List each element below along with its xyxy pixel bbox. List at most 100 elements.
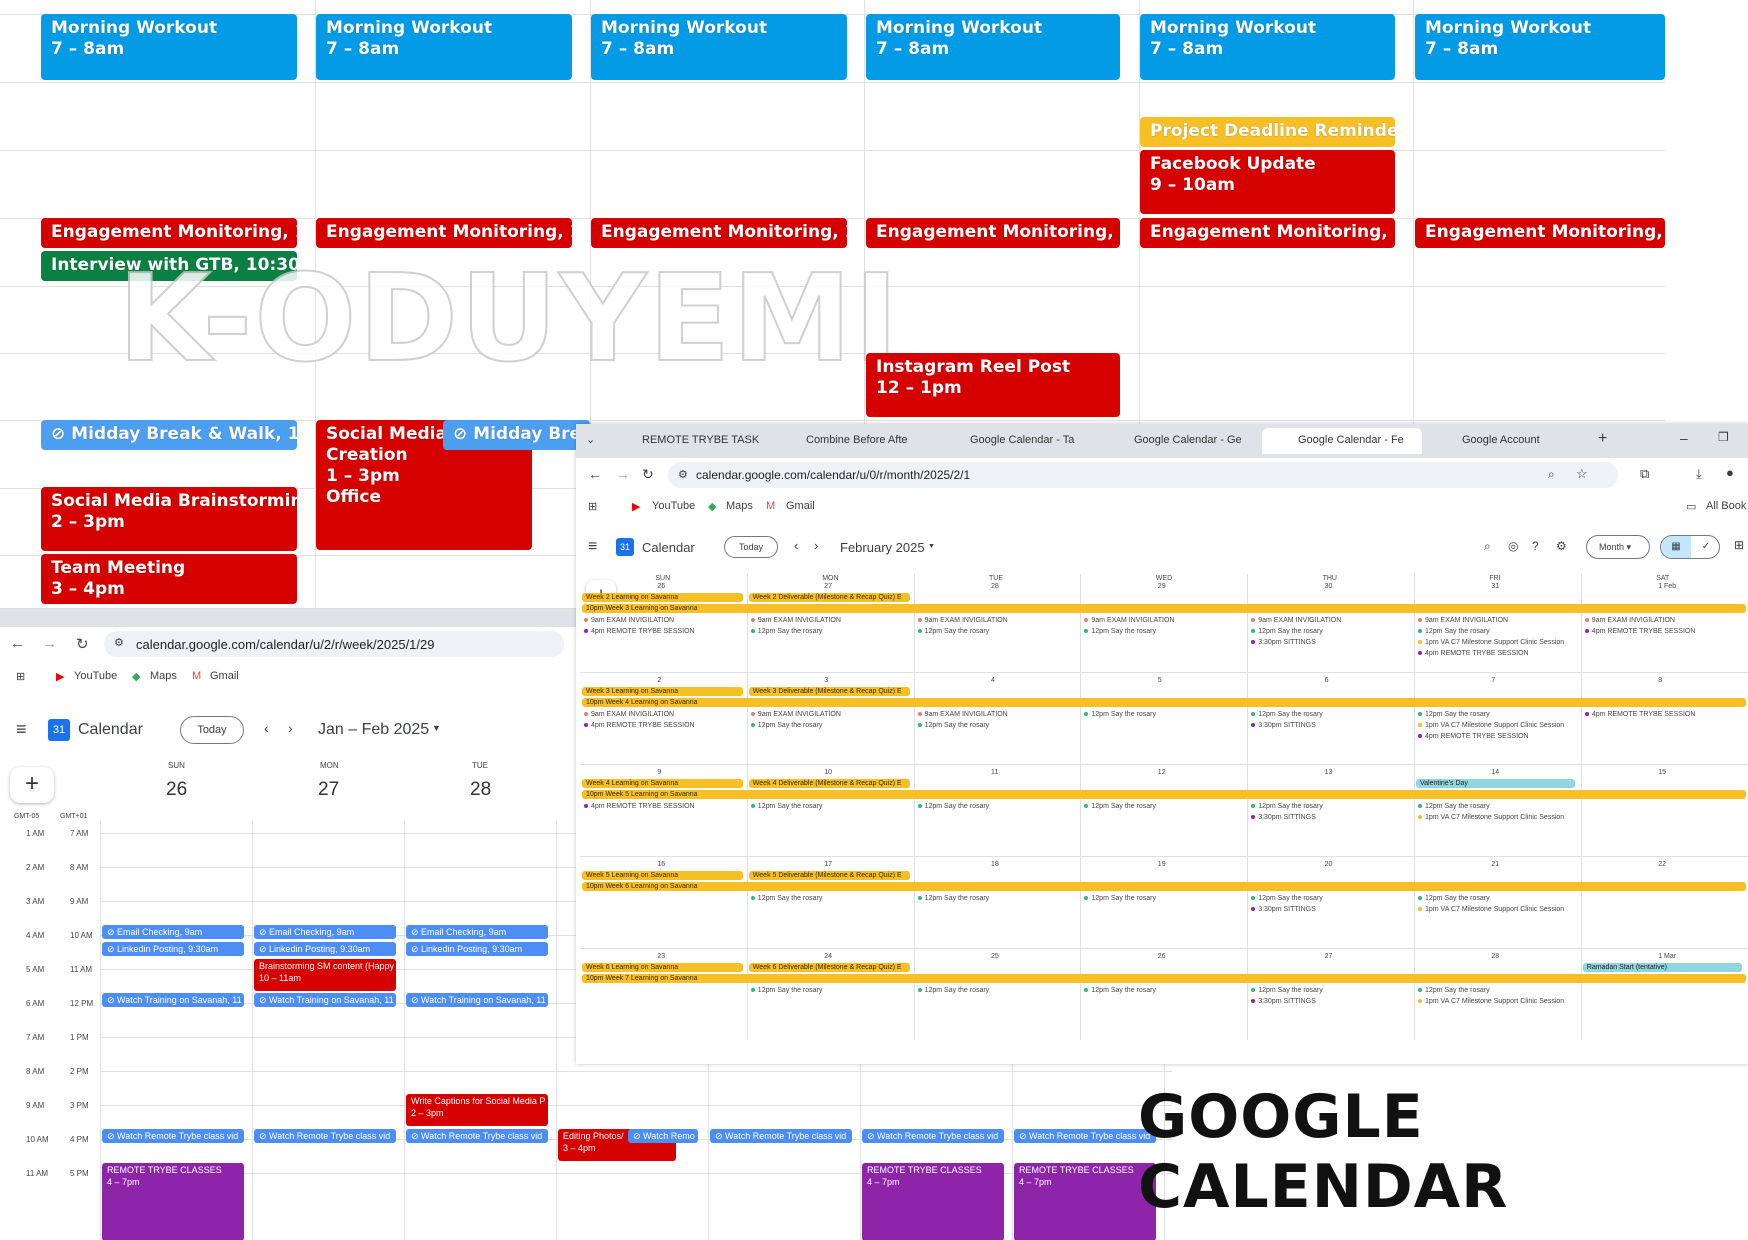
event-brainstorming-sm[interactable]: Brainstorming SM content (Happy 10 – 11am xyxy=(254,959,396,991)
month-event[interactable]: 12pm Say the rosary xyxy=(750,986,822,996)
bookmark-youtube[interactable]: YouTube xyxy=(652,500,695,512)
calendar-view-icon[interactable]: ▦ xyxy=(1661,536,1691,558)
month-event[interactable]: 12pm Say the rosary xyxy=(750,627,822,637)
month-event[interactable]: 12pm Say the rosary xyxy=(917,986,989,996)
prev-icon[interactable]: ‹ xyxy=(794,538,798,553)
date-number[interactable]: 21 xyxy=(1491,860,1499,870)
month-event[interactable]: 4pm REMOTE TRYBE SESSION xyxy=(584,721,695,731)
site-settings-icon[interactable]: ⚙ xyxy=(114,636,124,649)
apps-grid-icon[interactable]: ⊞ xyxy=(588,500,597,513)
bookmark-gmail[interactable]: Gmail xyxy=(786,500,815,512)
reload-icon[interactable]: ↻ xyxy=(76,635,89,653)
date-number[interactable]: 28 xyxy=(1491,952,1499,962)
date-number[interactable]: 22 xyxy=(1658,860,1666,870)
date-number[interactable]: 1 Feb xyxy=(1658,582,1676,592)
profile-icon[interactable]: ● xyxy=(1726,465,1734,480)
bookmark-maps[interactable]: Maps xyxy=(150,670,177,682)
month-event[interactable]: 12pm Say the rosary xyxy=(1418,627,1490,637)
event-remote-trybe-classes[interactable]: REMOTE TRYBE CLASSES 4 – 7pm xyxy=(102,1163,244,1240)
month-event[interactable]: 12pm Say the rosary xyxy=(1418,710,1490,720)
month-event[interactable]: 12pm Say the rosary xyxy=(917,721,989,731)
month-event[interactable]: 9am EXAM INVIGILATION xyxy=(917,616,1008,626)
date-number[interactable]: 17 xyxy=(824,860,832,870)
next-icon[interactable]: › xyxy=(288,720,293,736)
month-event[interactable]: 12pm Say the rosary xyxy=(1251,710,1323,720)
date-number[interactable]: 26 xyxy=(657,582,665,592)
download-icon[interactable]: ⤓ xyxy=(1696,466,1702,482)
month-event[interactable]: 12pm Say the rosary xyxy=(1084,986,1156,996)
all-bookmarks[interactable]: All Book xyxy=(1706,500,1746,512)
date-number[interactable]: 19 xyxy=(1158,860,1166,870)
event-morning-workout[interactable]: Morning Workout 7 – 8am xyxy=(41,14,297,80)
next-icon[interactable]: › xyxy=(814,538,818,553)
month-event[interactable]: 12pm Say the rosary xyxy=(1418,802,1490,812)
allday-event-learning[interactable]: Week 2 Learning on Savanna xyxy=(582,593,743,602)
date-number[interactable]: 27 xyxy=(824,582,832,592)
date-number[interactable]: 11 xyxy=(991,768,998,778)
prev-icon[interactable]: ‹ xyxy=(264,720,269,736)
url-field[interactable]: ⚙ calendar.google.com/calendar/u/2/r/wee… xyxy=(104,631,564,657)
back-icon[interactable]: ← xyxy=(588,466,602,482)
help-icon[interactable]: ? xyxy=(1532,539,1539,553)
event-linkedin-posting[interactable]: ⊘ Linkedin Posting, 9:30am xyxy=(406,942,548,956)
star-icon[interactable]: ☆ xyxy=(1576,466,1588,482)
allday-event-deliverable[interactable]: Week 3 Deliverable (Milestone & Recap Qu… xyxy=(748,687,910,696)
date-number[interactable]: 29 xyxy=(1158,582,1166,592)
month-event[interactable]: 12pm Say the rosary xyxy=(1418,894,1490,904)
menu-icon[interactable]: ≡ xyxy=(16,719,27,740)
date-number[interactable]: 13 xyxy=(1325,768,1333,778)
date-number[interactable]: 25 xyxy=(991,952,999,962)
allday-event-learning[interactable]: Week 5 Learning on Savanna xyxy=(582,871,743,880)
month-event[interactable]: 4pm REMOTE TRYBE SESSION xyxy=(584,627,695,637)
event-linkedin-posting[interactable]: ⊘ Linkedin Posting, 9:30am xyxy=(254,942,396,956)
month-event[interactable]: 1pm VA C7 Milestone Support Clinic Sessi… xyxy=(1418,721,1564,731)
event-watch-remote-trybe[interactable]: ⊘ Watch Remote Trybe class vid xyxy=(862,1129,1004,1143)
event-morning-workout[interactable]: Morning Workout 7 – 8am xyxy=(1415,14,1665,80)
bookmark-maps[interactable]: Maps xyxy=(726,500,753,512)
event-linkedin-posting[interactable]: ⊘ Linkedin Posting, 9:30am xyxy=(102,942,244,956)
month-event[interactable]: 9am EXAM INVIGILATION xyxy=(1584,616,1675,626)
event-engagement-monitoring[interactable]: Engagement Monitoring, 10am xyxy=(316,218,572,248)
allday-event-learning[interactable]: Week 6 Learning on Savanna xyxy=(582,963,743,972)
view-toggle[interactable]: ▦ ✓ xyxy=(1660,535,1720,559)
browser-tab[interactable]: Combine Before Afte xyxy=(770,428,930,454)
event-watch-training[interactable]: ⊘ Watch Training on Savanah, 11 xyxy=(254,993,396,1007)
month-event[interactable]: 9am EXAM INVIGILATION xyxy=(1251,616,1341,626)
month-event[interactable]: 3:30pm SITTINGS xyxy=(1251,905,1316,915)
event-email-checking[interactable]: ⊘ Email Checking, 9am xyxy=(102,925,244,939)
month-event[interactable]: 12pm Say the rosary xyxy=(1251,986,1323,996)
month-event[interactable]: 1pm VA C7 Milestone Support Clinic Sessi… xyxy=(1418,813,1564,823)
bookmark-gmail[interactable]: Gmail xyxy=(210,670,239,682)
month-event[interactable]: 12pm Say the rosary xyxy=(1084,802,1156,812)
event-midday-break[interactable]: ⊘ Midday Bre xyxy=(443,420,590,450)
date-number[interactable]: 23 xyxy=(657,952,665,962)
date-number[interactable]: 18 xyxy=(991,860,999,870)
event-morning-workout[interactable]: Morning Workout 7 – 8am xyxy=(1140,14,1395,80)
today-button[interactable]: Today xyxy=(180,716,244,744)
allday-event-deliverable[interactable]: Week 2 Deliverable (Milestone & Recap Qu… xyxy=(748,593,910,602)
date-number[interactable]: 31 xyxy=(1491,582,1499,592)
allday-event-learning[interactable]: Week 4 Learning on Savanna xyxy=(582,779,743,788)
date-number[interactable]: 20 xyxy=(1325,860,1333,870)
view-select[interactable]: Month ▾ xyxy=(1586,535,1650,559)
date-number[interactable]: 5 xyxy=(1158,676,1162,686)
date-number[interactable]: 3 xyxy=(824,676,828,686)
date-number[interactable]: 12 xyxy=(1158,768,1166,778)
reload-icon[interactable]: ↻ xyxy=(642,466,654,483)
event-facebook-update[interactable]: Facebook Update 9 – 10am xyxy=(1140,150,1395,214)
month-event[interactable]: 12pm Say the rosary xyxy=(1084,894,1156,904)
holiday-event[interactable]: Valentine's Day xyxy=(1416,779,1575,788)
allday-event-learning[interactable]: 10pm Week 3 Learning on Savanna xyxy=(582,604,1746,613)
date-number[interactable]: 8 xyxy=(1658,676,1662,686)
event-watch-remote-trybe[interactable]: ⊘ Watch Remote Trybe class vid xyxy=(1014,1129,1156,1143)
allday-event-learning[interactable]: 10pm Week 5 Learning on Savanna xyxy=(582,790,1746,799)
bookmark-youtube[interactable]: YouTube xyxy=(74,670,117,682)
event-watch-training[interactable]: ⊘ Watch Training on Savanah, 11 xyxy=(102,993,244,1007)
event-social-brainstorming[interactable]: Social Media Brainstorming 2 – 3pm xyxy=(41,487,297,551)
date-number[interactable]: 2 xyxy=(657,676,661,686)
allday-event-deliverable[interactable]: Week 5 Deliverable (Milestone & Recap Qu… xyxy=(748,871,910,880)
month-event[interactable]: 1pm VA C7 Milestone Support Clinic Sessi… xyxy=(1418,638,1564,648)
month-event[interactable]: 4pm REMOTE TRYBE SESSION xyxy=(584,802,695,812)
month-event[interactable]: 9am EXAM INVIGILATION xyxy=(1418,616,1508,626)
browser-tab[interactable]: Google Calendar - Ge xyxy=(1098,428,1258,454)
